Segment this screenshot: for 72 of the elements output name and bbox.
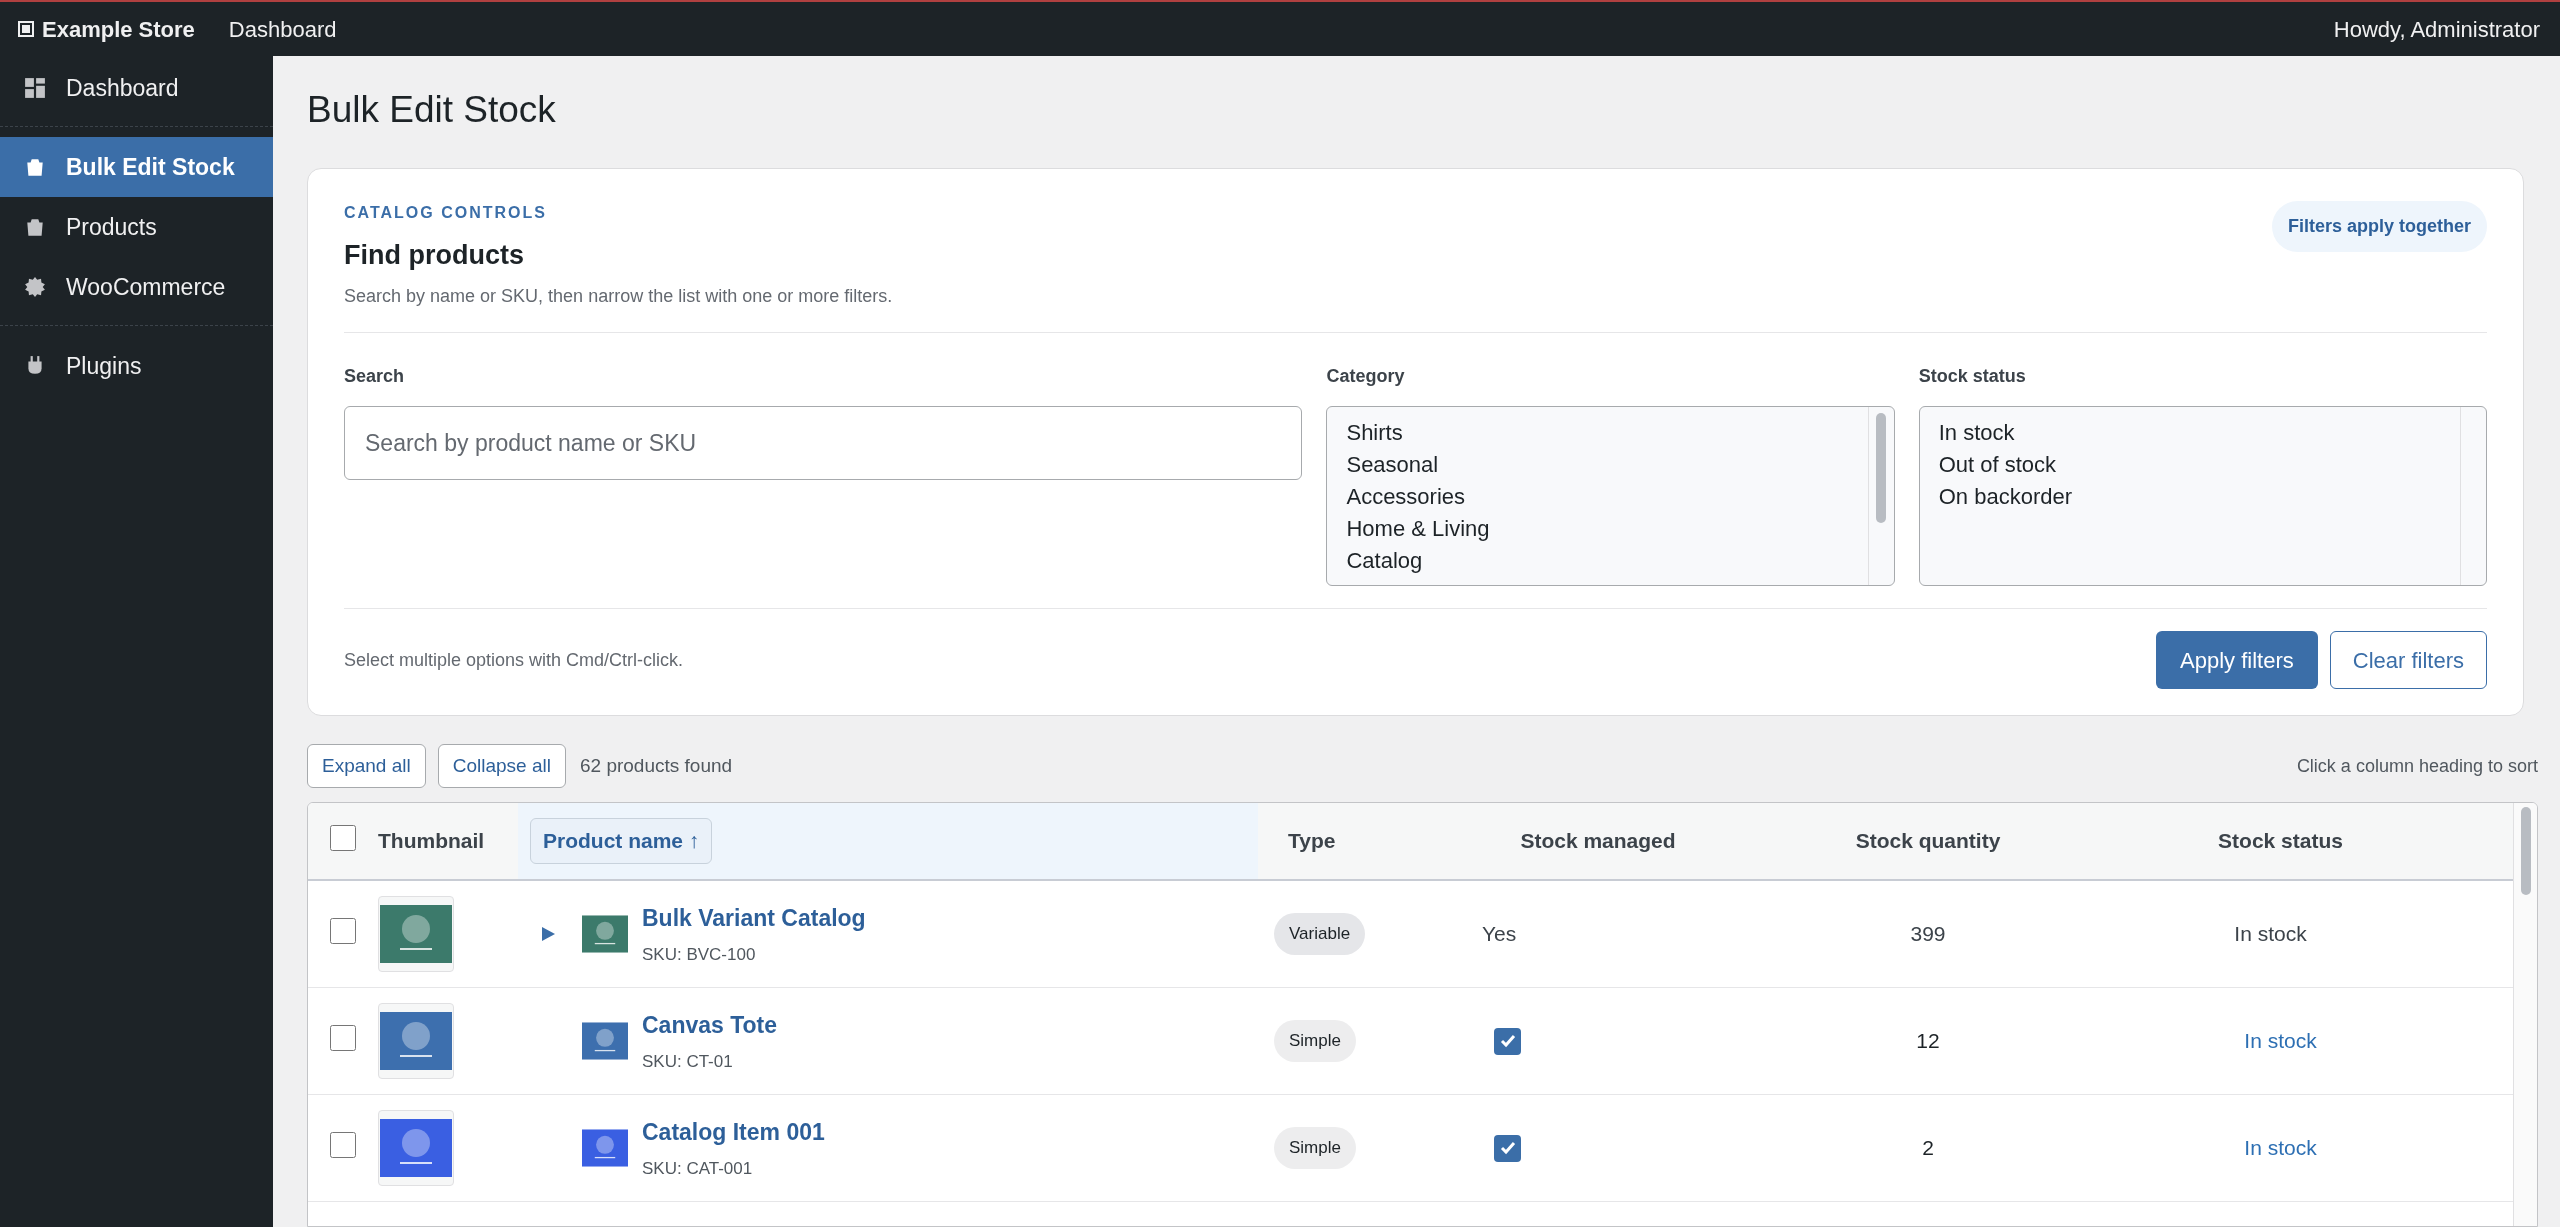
- stock-managed-checkbox[interactable]: [1494, 1134, 1521, 1162]
- bag-icon: [24, 216, 46, 238]
- column-heading[interactable]: Product name ↑: [530, 818, 713, 864]
- product-sku: SKU: BVC-100: [642, 943, 757, 966]
- filter-listbox[interactable]: Shirts Seasonal Accessories Home & Living Catalog: [1326, 406, 1895, 586]
- apply-filters-button[interactable]: Apply filters: [2156, 631, 2318, 689]
- stock-managed-text: Yes: [1482, 921, 1517, 948]
- scrollbar-thumb[interactable]: [1876, 413, 1887, 523]
- listbox-option[interactable]: In stock: [1938, 417, 2441, 449]
- site-name-link[interactable]: Example Store: [42, 12, 195, 46]
- sort-hint: Click a column heading to sort: [2296, 754, 2538, 778]
- sidebar-item[interactable]: Plugins: [0, 336, 273, 396]
- product-name-link[interactable]: Bulk Variant Catalog: [642, 901, 866, 936]
- filter-listbox[interactable]: In stock Out of stock On backorder: [1918, 406, 2487, 586]
- product-type: Variable: [1274, 913, 1366, 955]
- search-field[interactable]: Search by product name or SKU: [344, 406, 1303, 480]
- select-all-checkbox[interactable]: [330, 824, 356, 851]
- card-title: Find products: [344, 238, 525, 272]
- expand-all-button[interactable]: Expand all: [307, 744, 426, 788]
- clear-filters-button[interactable]: Clear filters: [2329, 631, 2487, 689]
- info-badge: Filters apply together: [2271, 200, 2487, 252]
- filter-label: Stock status: [1918, 365, 2027, 388]
- listbox-option[interactable]: Out of stock: [1938, 449, 2441, 481]
- row-checkbox[interactable]: [330, 917, 356, 944]
- card-subtitle: Search by name or SKU, then narrow the list with one or more filters.: [344, 285, 893, 308]
- stock-status-text: In stock: [2234, 921, 2307, 948]
- listbox-option[interactable]: Accessories: [1346, 481, 1849, 513]
- table-scrollbar-thumb[interactable]: [2520, 807, 2531, 895]
- sidebar-item[interactable]: Products: [0, 197, 273, 257]
- filter-label: Category: [1326, 365, 1406, 388]
- caret-right-icon[interactable]: [540, 926, 556, 942]
- bag-icon: [24, 156, 46, 178]
- listbox-option[interactable]: Home & Living: [1346, 513, 1849, 545]
- product-name-link[interactable]: Catalog Item 001: [642, 1115, 825, 1150]
- checkmark-icon: [1498, 1032, 1517, 1050]
- account-greeting[interactable]: Howdy, Administrator: [2333, 12, 2540, 46]
- results-count: 62 products found: [579, 753, 733, 778]
- column-heading[interactable]: Type: [1288, 825, 1336, 857]
- sidebar-item[interactable]: Dashboard: [0, 58, 273, 118]
- gear-icon: [24, 276, 46, 298]
- column-heading[interactable]: Stock status: [2218, 825, 2343, 857]
- stock-quantity: 2: [1922, 1135, 1934, 1162]
- column-heading[interactable]: Thumbnail: [378, 825, 485, 857]
- column-heading[interactable]: Stock managed: [1520, 825, 1676, 857]
- stock-quantity: 399: [1910, 921, 1946, 948]
- row-checkbox[interactable]: [330, 1024, 356, 1051]
- page-title: Bulk Edit Stock: [307, 88, 557, 132]
- search-label: Search: [344, 365, 406, 388]
- product-type: Simple: [1274, 1020, 1356, 1062]
- product-type: Simple: [1274, 1127, 1356, 1169]
- product-sku: SKU: CAT-001: [642, 1157, 754, 1180]
- site-icon: [18, 21, 34, 37]
- stock-status-link[interactable]: In stock: [2244, 1132, 2317, 1164]
- listbox-option[interactable]: Seasonal: [1346, 449, 1849, 481]
- dashboard-icon: [24, 77, 46, 99]
- listbox-option[interactable]: Catalog: [1346, 545, 1849, 577]
- listbox-option[interactable]: Shirts: [1346, 417, 1849, 449]
- product-name-link[interactable]: Canvas Tote: [642, 1008, 778, 1043]
- dashboard-link[interactable]: Dashboard: [228, 12, 337, 46]
- hint-text: Select multiple options with Cmd/Ctrl-click.: [344, 648, 684, 672]
- product-sku: SKU: CT-01: [642, 1050, 734, 1073]
- row-checkbox[interactable]: [330, 1131, 356, 1158]
- sidebar-item[interactable]: WooCommerce: [0, 257, 273, 317]
- sidebar-item[interactable]: Bulk Edit Stock: [0, 137, 273, 197]
- checkmark-icon: [1498, 1139, 1517, 1157]
- stock-status-link[interactable]: In stock: [2244, 1025, 2317, 1057]
- collapse-all-button[interactable]: Collapse all: [437, 744, 566, 788]
- stock-managed-checkbox[interactable]: [1494, 1027, 1521, 1055]
- column-heading[interactable]: Stock quantity: [1855, 825, 2001, 857]
- listbox-option[interactable]: On backorder: [1938, 481, 2441, 513]
- section-eyebrow: CATALOG CONTROLS: [344, 202, 548, 223]
- stock-quantity: 12: [1916, 1028, 1940, 1055]
